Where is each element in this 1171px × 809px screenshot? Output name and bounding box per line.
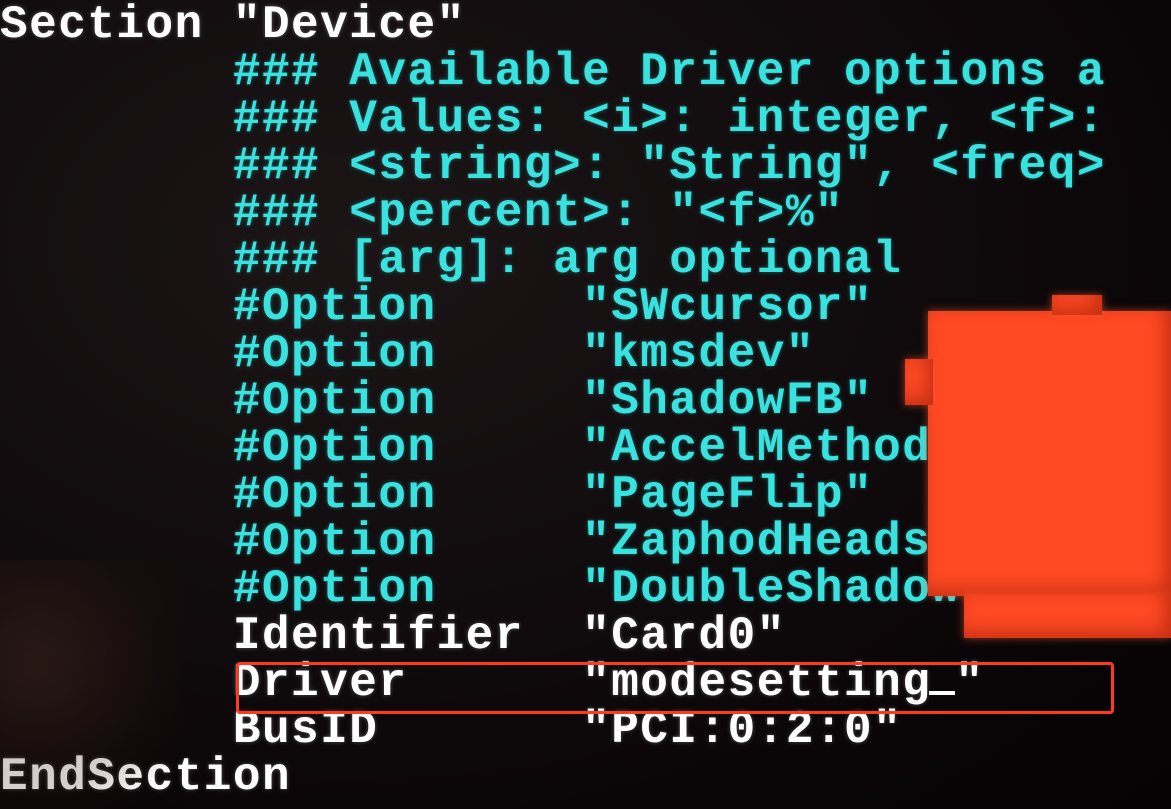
endsection-line: EndSection <box>0 754 1171 801</box>
config-comment: ### [arg]: arg optional <box>0 237 1171 284</box>
config-comment: ### <percent>: "<f>%" <box>0 190 1171 237</box>
artifact-block <box>928 311 1171 596</box>
artifact-block <box>905 359 933 405</box>
busid-line: BusID "PCI:0:2:0" <box>0 707 1171 754</box>
config-comment: ### Available Driver options a <box>0 49 1171 96</box>
driver-close-quote: " <box>955 657 984 709</box>
config-comment: ### <string>: "String", <freq> <box>0 143 1171 190</box>
artifact-block <box>964 594 1171 638</box>
config-comment: ### Values: <i>: integer, <f>: <box>0 96 1171 143</box>
terminal-screen[interactable]: Section "Device" ### Available Driver op… <box>0 0 1171 809</box>
driver-line[interactable]: Driver "modesetting " <box>0 660 1171 707</box>
text-cursor <box>929 691 955 695</box>
driver-text: Driver "modesetting <box>0 657 931 709</box>
artifact-block <box>1052 295 1102 315</box>
config-line: Section "Device" <box>0 2 1171 49</box>
